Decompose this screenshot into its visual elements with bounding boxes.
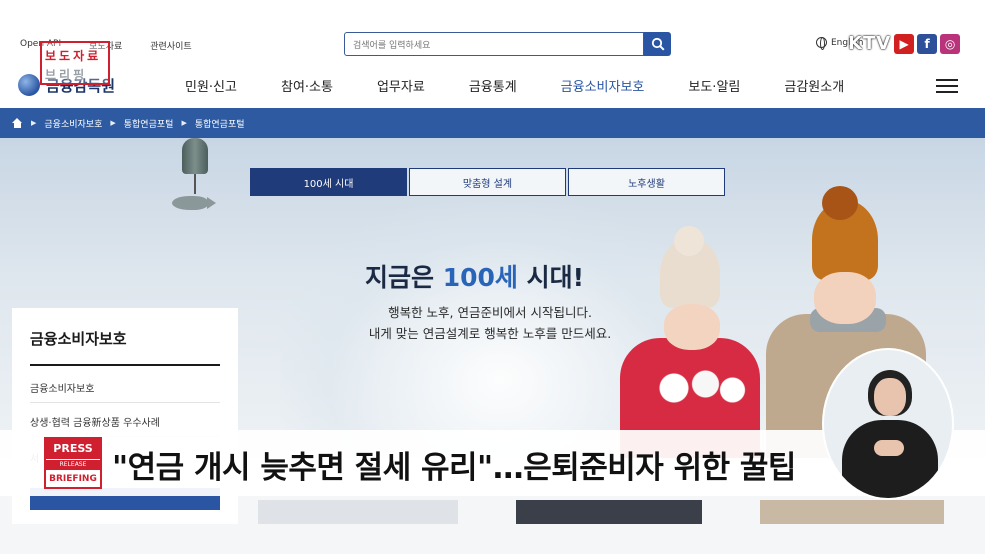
breadcrumb-item-pension-portal[interactable]: 통합연금포털 bbox=[124, 117, 174, 130]
tab-retirement-life[interactable]: 노후생활 bbox=[568, 168, 725, 196]
content-card[interactable] bbox=[516, 500, 702, 524]
hero-title-highlight: 100세 bbox=[442, 263, 518, 292]
fss-logo-icon bbox=[18, 74, 40, 96]
broadcast-logo: KTV ▶ f ◎ bbox=[848, 33, 961, 54]
fish-chime-image bbox=[172, 196, 216, 210]
news-headline: "연금 개시 늦추면 절세 유리"…은퇴준비자 위한 꿀팁 bbox=[112, 450, 796, 486]
breadcrumb: ▶ 금융소비자보호 ▶ 통합연금포털 ▶ 통합연금포털 bbox=[0, 108, 985, 138]
main-nav: 금융감독원 민원·신고 참여·소통 업무자료 금융통계 금융소비자보호 보도·알… bbox=[0, 68, 985, 108]
menu-item-press[interactable]: 보도·알림 bbox=[688, 76, 740, 95]
menu-item-participation[interactable]: 참여·소통 bbox=[281, 76, 333, 95]
home-icon[interactable] bbox=[12, 118, 23, 128]
chevron-right-icon: ▶ bbox=[110, 119, 116, 127]
search-icon bbox=[651, 37, 665, 51]
menu-bar: 민원·신고 참여·소통 업무자료 금융통계 금융소비자보호 보도·알림 금감원소… bbox=[185, 76, 888, 95]
search-box bbox=[344, 32, 644, 57]
hero-tabs: 100세 시대 맞춤형 설계 노후생활 bbox=[250, 168, 725, 196]
breadcrumb-item-current[interactable]: 통합연금포털 bbox=[195, 117, 245, 130]
ktv-logo: KTV bbox=[848, 33, 892, 54]
related-sites-link[interactable]: 관련사이트 bbox=[150, 39, 191, 52]
menu-item-work-data[interactable]: 업무자료 bbox=[377, 76, 425, 95]
utility-bar: Open API 보도자료 관련사이트 English bbox=[0, 0, 985, 68]
hamburger-menu-icon[interactable] bbox=[936, 79, 958, 93]
tab-custom-plan[interactable]: 맞춤형 설계 bbox=[409, 168, 566, 196]
content-card[interactable] bbox=[760, 500, 944, 524]
sidebar-item-consumer-protection[interactable]: 금융소비자보호 bbox=[30, 380, 94, 395]
sidebar-title: 금융소비자보호 bbox=[30, 330, 127, 348]
hero-subtitle-line2: 내게 맞는 연금설계로 행복한 노후를 만드세요. bbox=[368, 326, 612, 341]
search-button[interactable] bbox=[644, 32, 671, 56]
press-briefing-badge: PRESS RELEASE BRIEFING bbox=[44, 437, 102, 489]
facebook-icon: f bbox=[917, 33, 938, 54]
breadcrumb-item-consumer-protection[interactable]: 금융소비자보호 bbox=[44, 117, 102, 130]
globe-icon bbox=[816, 37, 827, 50]
chevron-right-icon: ▶ bbox=[181, 119, 187, 127]
sign-language-interpreter bbox=[822, 348, 954, 500]
wind-bell-image bbox=[182, 138, 208, 174]
youtube-icon: ▶ bbox=[894, 33, 915, 54]
instagram-icon: ◎ bbox=[940, 33, 961, 54]
hero-subtitle: 행복한 노후, 연금준비에서 시작됩니다. 내게 맞는 연금설계로 행복한 노후… bbox=[350, 302, 630, 344]
menu-item-complaints[interactable]: 민원·신고 bbox=[185, 76, 237, 95]
hero-title: 지금은 100세 시대! bbox=[365, 263, 585, 292]
chevron-right-icon: ▶ bbox=[31, 119, 37, 127]
press-briefing-watermark: 보도자료 브리핑 bbox=[40, 41, 110, 85]
search-input[interactable] bbox=[345, 35, 643, 57]
tab-100-age[interactable]: 100세 시대 bbox=[250, 168, 407, 196]
content-card[interactable] bbox=[258, 500, 458, 524]
menu-item-statistics[interactable]: 금융통계 bbox=[469, 76, 517, 95]
menu-item-about[interactable]: 금감원소개 bbox=[784, 76, 844, 95]
hero-subtitle-line1: 행복한 노후, 연금준비에서 시작됩니다. bbox=[388, 305, 592, 320]
sidebar-item-best-practices[interactable]: 상생·협력 금융新상품 우수사례 bbox=[30, 414, 160, 429]
menu-item-consumer-protection[interactable]: 금융소비자보호 bbox=[561, 76, 645, 95]
